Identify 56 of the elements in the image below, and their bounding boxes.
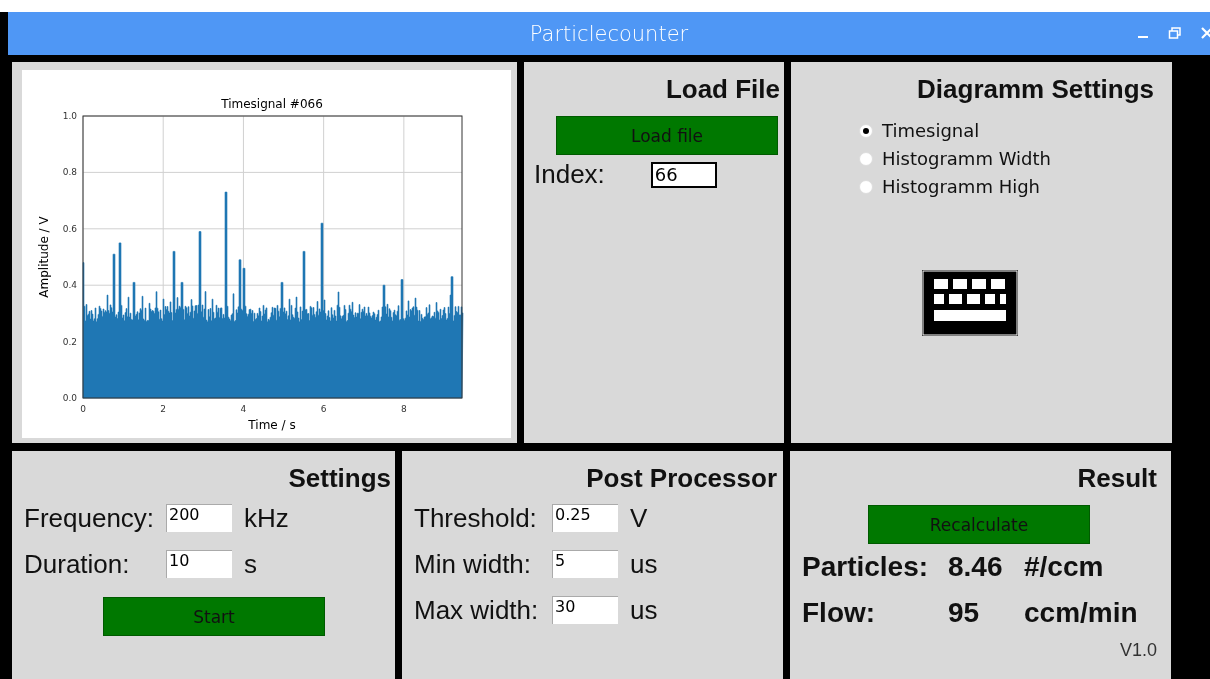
unit-label: kHz <box>244 502 289 534</box>
x-tick-label: 2 <box>160 404 167 414</box>
x-tick-label: 4 <box>240 404 247 414</box>
field-label: Frequency: <box>24 502 156 534</box>
panel-heading: Post Processor <box>585 462 777 495</box>
unit-label: us <box>630 548 658 580</box>
input-field[interactable]: 30 <box>552 596 618 624</box>
field-label: Duration: <box>24 548 131 580</box>
unit-label: V <box>630 502 648 534</box>
y-tick-label: 0.8 <box>62 167 77 178</box>
result-label: Flow: <box>802 597 877 629</box>
field-label: Min width: <box>414 548 533 580</box>
version-label: V1.0 <box>1119 640 1157 661</box>
index-label: Index: <box>534 159 605 190</box>
input-field[interactable]: 5 <box>552 550 618 578</box>
y-tick-label: 0.2 <box>62 336 77 347</box>
input-field[interactable]: 10 <box>166 550 232 578</box>
result-value: 8.46 <box>948 551 1004 583</box>
keyboard-icon[interactable] <box>921 270 1018 336</box>
input-field[interactable]: 0.25 <box>552 504 618 532</box>
radio-label: Histogramm Width <box>882 148 1051 169</box>
radio-option[interactable]: Histogramm High <box>859 176 1154 197</box>
panel-heading: Load File <box>664 73 780 106</box>
close-icon[interactable] <box>1200 26 1210 40</box>
panel-heading: Settings <box>287 462 391 495</box>
result-unit: ccm/min <box>1024 597 1138 629</box>
x-tick-label: 8 <box>401 404 407 414</box>
unit-label: s <box>244 548 257 580</box>
x-tick-label: 0 <box>80 404 86 414</box>
radio-label: Histogramm High <box>882 176 1040 197</box>
window-title: Particlecounter <box>529 21 689 46</box>
radio-option[interactable]: Histogramm Width <box>859 148 1154 169</box>
radio-option[interactable]: Timesignal <box>859 120 1154 141</box>
unit-label: us <box>630 594 658 626</box>
x-tick-label: 6 <box>320 404 327 414</box>
radio-button[interactable] <box>859 123 873 138</box>
radio-button[interactable] <box>859 179 873 194</box>
result-value: 95 <box>948 597 981 629</box>
panel-heading: Result <box>1076 462 1157 495</box>
restore-icon[interactable] <box>1168 26 1182 40</box>
field-label: Max width: <box>414 594 540 626</box>
result-unit: #/ccm <box>1024 551 1104 583</box>
chart-title: Timesignal #066 <box>221 97 323 111</box>
input-field[interactable]: 200 <box>166 504 232 532</box>
y-tick-label: 0.0 <box>62 393 77 403</box>
index-field[interactable]: 66 <box>650 161 717 188</box>
radio-button[interactable] <box>859 151 873 166</box>
y-tick-label: 0.4 <box>62 280 77 291</box>
y-tick-label: 1.0 <box>62 111 77 121</box>
y-tick-label: 0.6 <box>62 223 77 234</box>
x-axis-label: Time / s <box>248 418 296 432</box>
field-label: Threshold: <box>414 502 538 534</box>
y-axis-label: Amplitude / V <box>37 216 51 298</box>
result-label: Particles: <box>802 551 930 583</box>
panel-heading: Diagramm Settings <box>916 73 1154 106</box>
radio-label: Timesignal <box>882 120 980 141</box>
